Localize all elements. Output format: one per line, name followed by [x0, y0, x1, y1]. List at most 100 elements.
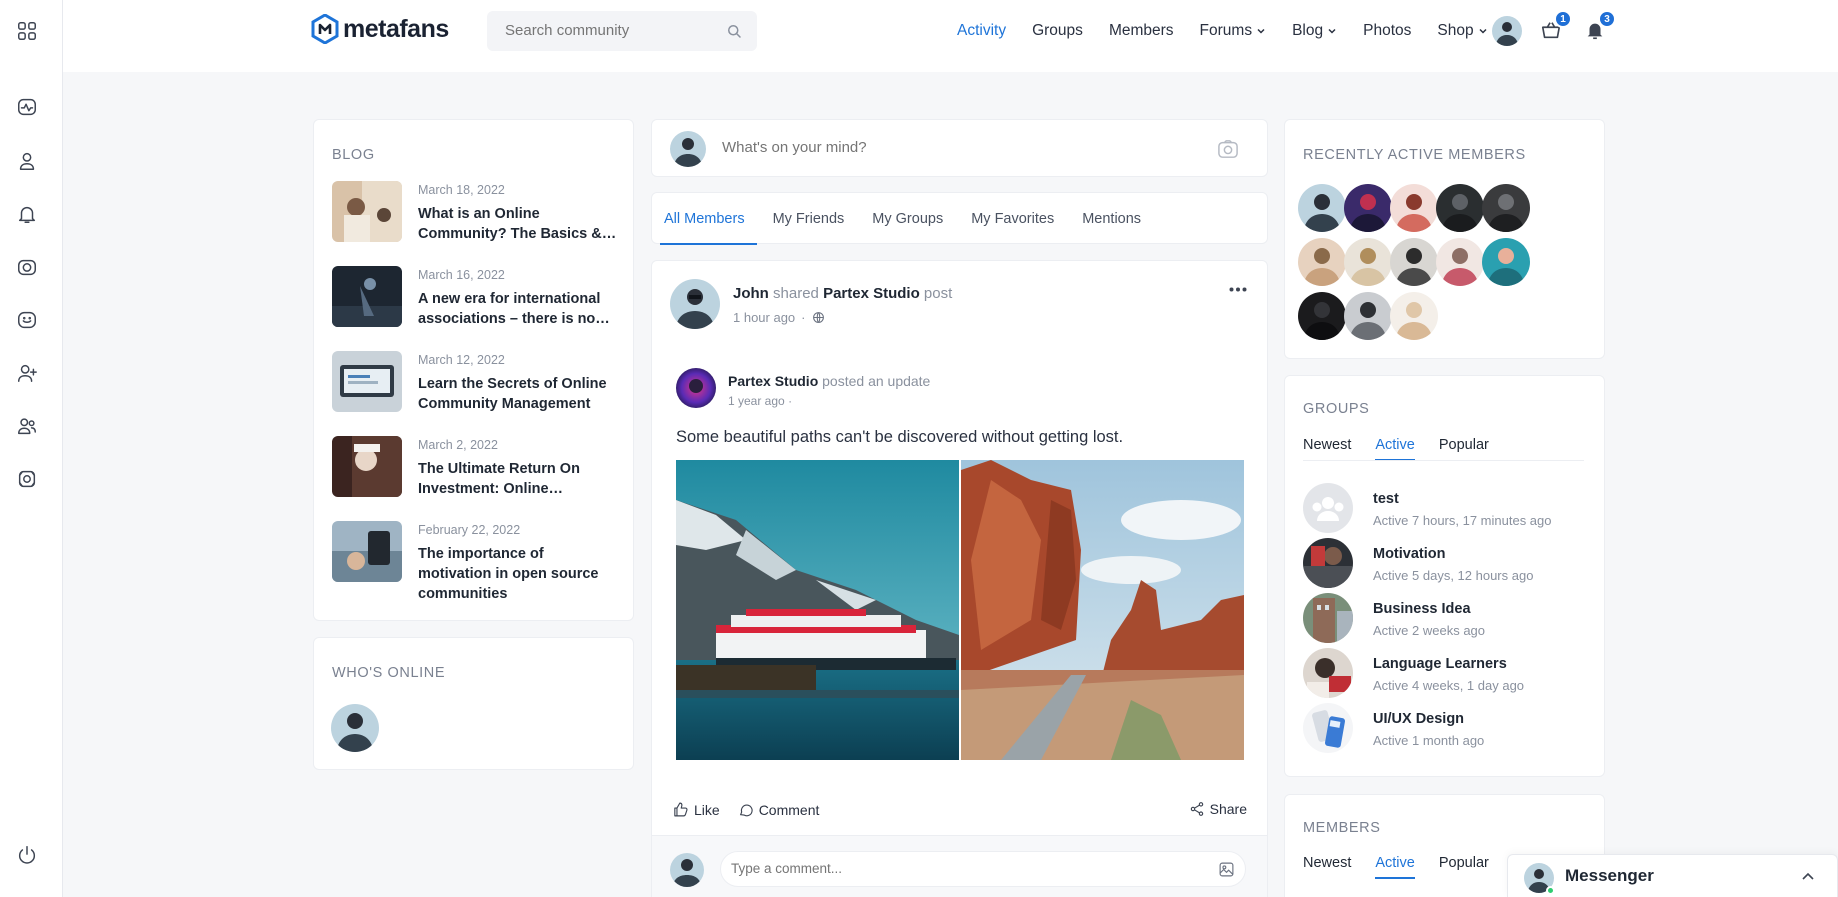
group-item[interactable]: UI/UX Design Active 1 month ago [1303, 703, 1593, 755]
group-name[interactable]: Motivation [1373, 546, 1446, 562]
image-upload-icon[interactable] [1218, 861, 1235, 878]
member-avatar[interactable] [1482, 184, 1530, 232]
post-author[interactable]: John [733, 285, 769, 302]
tab-mentions[interactable]: Mentions [1068, 193, 1155, 245]
member-avatar[interactable] [1436, 238, 1484, 286]
tab-my-groups[interactable]: My Groups [858, 193, 957, 245]
activity-icon[interactable] [14, 94, 40, 120]
tab-my-friends[interactable]: My Friends [759, 193, 859, 245]
groups-tab-active[interactable]: Active [1375, 437, 1415, 461]
group-avatar[interactable] [1303, 593, 1353, 643]
online-member-avatar[interactable] [331, 704, 379, 752]
blog-thumbnail[interactable] [332, 181, 402, 242]
post-photo[interactable] [961, 460, 1244, 760]
group-avatar[interactable] [1303, 483, 1353, 533]
post-target[interactable]: Partex Studio [823, 285, 920, 302]
users-icon[interactable] [14, 413, 40, 439]
member-avatar[interactable] [1390, 238, 1438, 286]
comment-button[interactable]: Comment [738, 802, 819, 818]
blog-item[interactable]: March 2, 2022 The Ultimate Return On Inv… [332, 436, 622, 504]
blog-title[interactable]: Learn the Secrets of Online Community Ma… [418, 374, 618, 414]
groups-tab-popular[interactable]: Popular [1439, 437, 1489, 461]
comment-box[interactable] [720, 851, 1246, 887]
like-button[interactable]: Like [672, 801, 720, 818]
member-avatar[interactable] [1390, 292, 1438, 340]
bell-icon[interactable] [14, 201, 40, 227]
nav-photos[interactable]: Photos [1363, 22, 1411, 40]
search-box[interactable] [487, 11, 757, 51]
group-avatar[interactable] [1303, 648, 1353, 698]
power-icon[interactable] [14, 842, 40, 868]
group-name[interactable]: test [1373, 491, 1399, 507]
member-avatar[interactable] [1298, 184, 1346, 232]
blog-thumbnail[interactable] [332, 521, 402, 582]
comment-input[interactable] [731, 861, 1171, 876]
group-avatar[interactable] [1303, 703, 1353, 753]
inner-author-avatar[interactable] [676, 368, 716, 408]
member-avatar[interactable] [1298, 238, 1346, 286]
post-time[interactable]: 1 hour ago [733, 310, 795, 325]
nav-forums[interactable]: Forums [1200, 22, 1267, 40]
group-name[interactable]: UI/UX Design [1373, 711, 1464, 727]
tab-my-favorites[interactable]: My Favorites [957, 193, 1068, 245]
member-avatar[interactable] [1390, 184, 1438, 232]
camera-icon[interactable] [14, 254, 40, 280]
add-user-icon[interactable] [14, 360, 40, 386]
group-item[interactable]: Motivation Active 5 days, 12 hours ago [1303, 538, 1593, 590]
notifications-button[interactable]: 3 [1584, 10, 1616, 41]
settings-icon[interactable] [14, 466, 40, 492]
apps-grid-icon[interactable] [14, 18, 40, 44]
nav-activity[interactable]: Activity [957, 22, 1006, 40]
share-button[interactable]: Share [1189, 801, 1247, 817]
search-input[interactable] [505, 22, 705, 39]
blog-thumbnail[interactable] [332, 436, 402, 497]
member-avatar[interactable] [1344, 184, 1392, 232]
tab-all-members[interactable]: All Members [650, 193, 759, 245]
members-tab-newest[interactable]: Newest [1303, 855, 1351, 879]
member-avatar[interactable] [1344, 238, 1392, 286]
blog-thumbnail[interactable] [332, 266, 402, 327]
nav-shop[interactable]: Shop [1437, 22, 1487, 40]
camera-icon[interactable] [1217, 139, 1239, 159]
blog-title[interactable]: A new era for international associations… [418, 289, 618, 329]
blog-item[interactable]: March 12, 2022 Learn the Secrets of Onli… [332, 351, 622, 419]
blog-date: March 12, 2022 [418, 353, 505, 367]
group-item[interactable]: test Active 7 hours, 17 minutes ago [1303, 483, 1593, 535]
group-name[interactable]: Language Learners [1373, 656, 1507, 672]
inner-post-time[interactable]: 1 year ago [728, 394, 785, 408]
more-options-icon[interactable] [1229, 287, 1247, 292]
cart-button[interactable]: 1 [1540, 10, 1572, 41]
members-tab-popular[interactable]: Popular [1439, 855, 1489, 879]
member-avatar[interactable] [1298, 292, 1346, 340]
logo[interactable]: metafans [311, 14, 449, 44]
blog-item[interactable]: March 18, 2022 What is an Online Communi… [332, 181, 622, 249]
post-author-avatar[interactable] [670, 279, 720, 329]
inner-author[interactable]: Partex Studio [728, 373, 818, 389]
group-item[interactable]: Language Learners Active 4 weeks, 1 day … [1303, 648, 1593, 700]
member-avatar[interactable] [1436, 184, 1484, 232]
member-avatar[interactable] [1482, 238, 1530, 286]
group-item[interactable]: Business Idea Active 2 weeks ago [1303, 593, 1593, 645]
blog-item[interactable]: March 16, 2022 A new era for internation… [332, 266, 622, 334]
blog-title[interactable]: What is an Online Community? The Basics … [418, 204, 618, 244]
composer-input[interactable] [722, 139, 1172, 156]
post-photo[interactable] [676, 460, 959, 760]
profile-avatar[interactable] [1492, 16, 1522, 46]
blog-item[interactable]: February 22, 2022 The importance of moti… [332, 521, 622, 602]
group-avatar[interactable] [1303, 538, 1353, 588]
members-tab-active[interactable]: Active [1375, 855, 1415, 879]
chat-icon[interactable] [14, 307, 40, 333]
nav-blog[interactable]: Blog [1292, 22, 1337, 40]
member-avatar[interactable] [1344, 292, 1392, 340]
groups-tab-newest[interactable]: Newest [1303, 437, 1351, 461]
user-icon[interactable] [14, 148, 40, 174]
chevron-up-icon[interactable] [1801, 871, 1815, 881]
nav-members[interactable]: Members [1109, 22, 1174, 40]
blog-title[interactable]: The importance of motivation in open sou… [418, 544, 618, 604]
group-name[interactable]: Business Idea [1373, 601, 1471, 617]
search-icon[interactable] [725, 22, 743, 40]
blog-thumbnail[interactable] [332, 351, 402, 412]
blog-title[interactable]: The Ultimate Return On Investment: Onlin… [418, 459, 618, 499]
messenger-bar[interactable]: Messenger [1507, 854, 1838, 897]
nav-groups[interactable]: Groups [1032, 22, 1083, 40]
